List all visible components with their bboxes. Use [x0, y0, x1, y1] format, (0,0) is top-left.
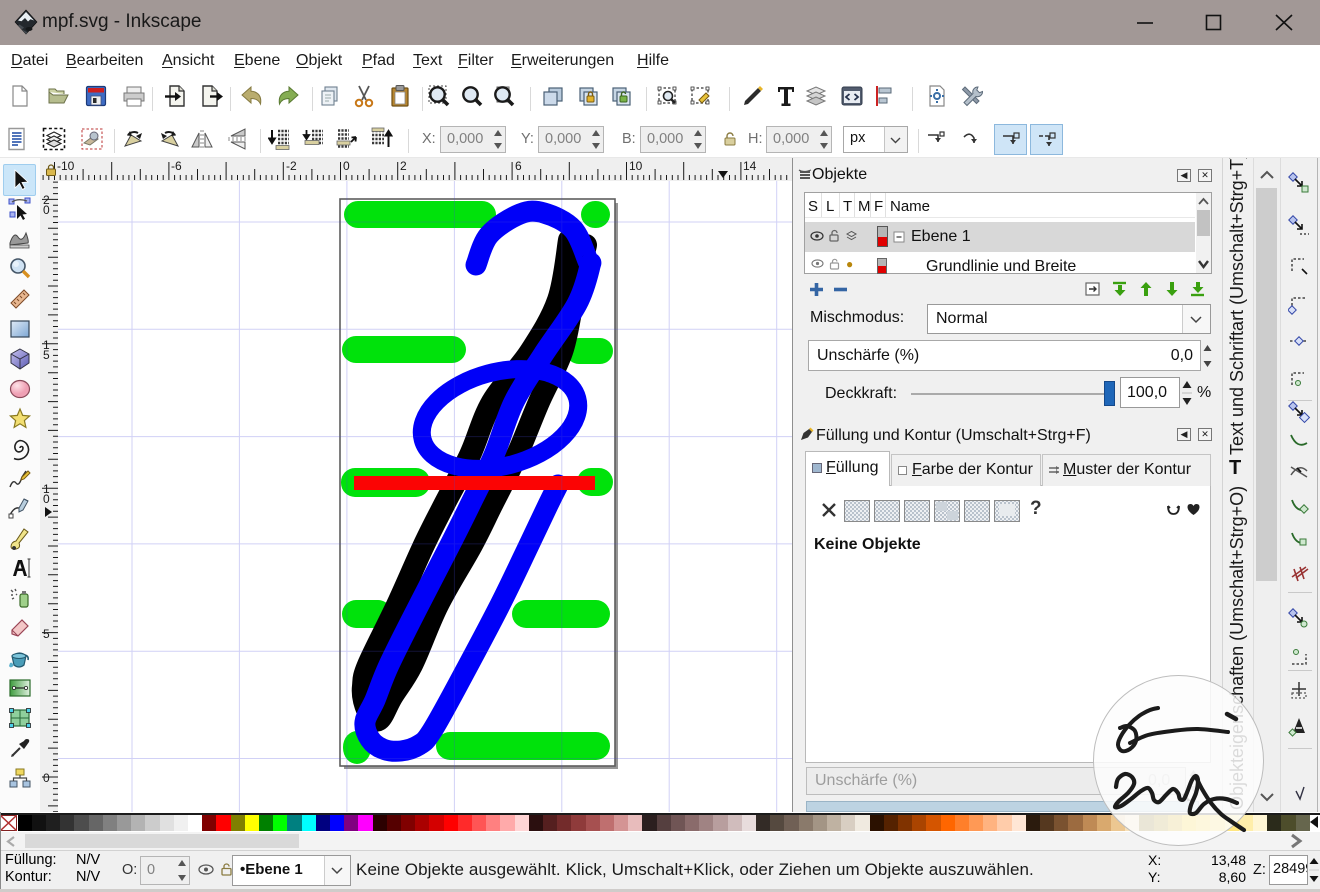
svg-text:0: 0 — [43, 492, 50, 506]
svg-text:2: 2 — [400, 159, 407, 173]
svg-text:0: 0 — [343, 159, 350, 173]
svg-text:14: 14 — [743, 159, 757, 173]
svg-text:10: 10 — [629, 159, 643, 173]
svg-text:0: 0 — [43, 771, 50, 785]
svg-text:-6: -6 — [171, 159, 182, 173]
svg-text:-2: -2 — [286, 159, 297, 173]
svg-text:0: 0 — [43, 203, 50, 217]
svg-text:-10: -10 — [57, 159, 75, 173]
svg-text:5: 5 — [43, 348, 50, 362]
svg-text:6: 6 — [515, 159, 522, 173]
svg-text:5: 5 — [43, 627, 50, 641]
